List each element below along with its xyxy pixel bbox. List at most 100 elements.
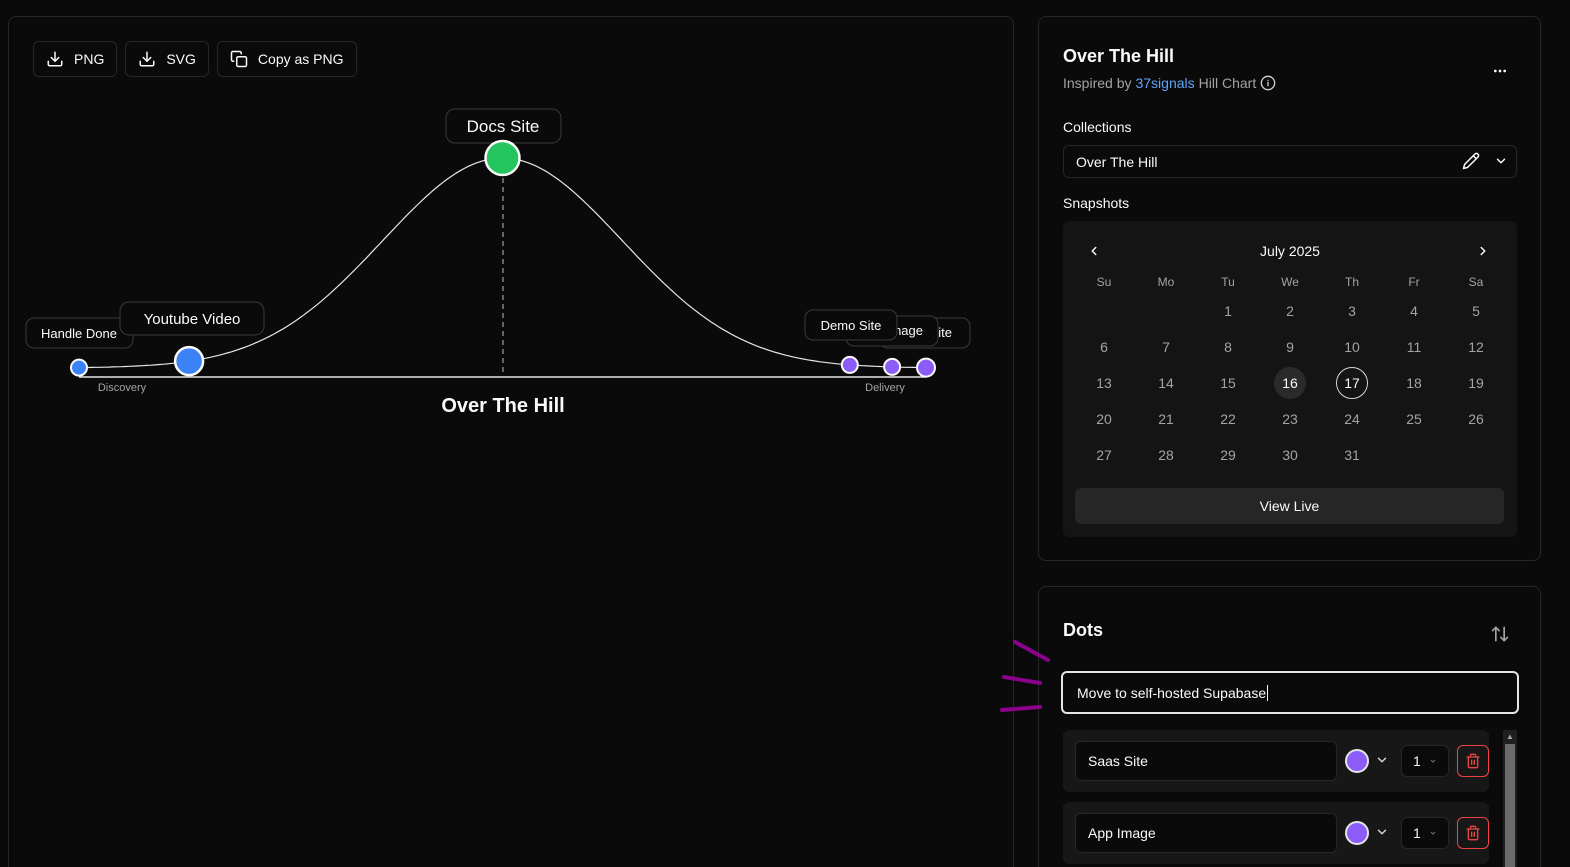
dot-handle-done[interactable] — [70, 358, 88, 377]
calendar-day-number: 5 — [1472, 303, 1480, 319]
calendar-day-number: 19 — [1468, 375, 1484, 391]
discovery-label: Discovery — [98, 382, 147, 394]
calendar-day-number — [1088, 295, 1120, 327]
project-card: Over The Hill Inspired by 37signals Hill… — [1038, 16, 1541, 561]
calendar-day[interactable]: 6 — [1073, 329, 1135, 365]
chevron-down-icon[interactable] — [1494, 154, 1508, 168]
calendar-day-number: 12 — [1468, 339, 1484, 355]
new-dot-input[interactable]: Move to self-hosted Supabase — [1061, 671, 1519, 714]
sort-icon[interactable] — [1490, 624, 1510, 644]
calendar-day-number: 3 — [1348, 303, 1356, 319]
calendar-day-number: 11 — [1406, 339, 1422, 355]
calendar-day-number: 16 — [1274, 367, 1306, 399]
calendar-day[interactable]: 31 — [1321, 437, 1383, 473]
calendar-day[interactable]: 22 — [1197, 401, 1259, 437]
dot-label-saas-site-text: ite — [938, 325, 952, 340]
calendar-day[interactable]: 30 — [1259, 437, 1321, 473]
text-caret — [1267, 684, 1269, 701]
calendar-month: July 2025 — [1260, 243, 1320, 259]
calendar-day-number: 4 — [1410, 303, 1418, 319]
dots-title: Dots — [1063, 620, 1103, 640]
dot-color-swatch[interactable] — [1345, 749, 1369, 773]
calendar-day-number: 20 — [1096, 411, 1112, 427]
calendar-day[interactable]: 9 — [1259, 329, 1321, 365]
calendar-day[interactable]: 23 — [1259, 401, 1321, 437]
calendar-day-number: 15 — [1220, 375, 1236, 391]
calendar-day[interactable]: 5 — [1445, 293, 1507, 329]
calendar-day-number: 8 — [1224, 339, 1232, 355]
dot-label-handle-done: Handle Done — [25, 317, 134, 349]
calendar-empty-cell — [1135, 293, 1197, 329]
pencil-icon[interactable] — [1462, 152, 1480, 170]
calendar-day[interactable]: 15 — [1197, 365, 1259, 401]
calendar-day[interactable]: 1 — [1197, 293, 1259, 329]
delete-dot-button[interactable] — [1457, 817, 1489, 849]
weekday: Sa — [1468, 275, 1484, 289]
delete-dot-button[interactable] — [1457, 745, 1489, 777]
calendar-day[interactable]: 25 — [1383, 401, 1445, 437]
calendar-week: 13 14 15 16 17 18 19 — [1073, 365, 1507, 401]
calendar-week: 20 21 22 23 24 25 26 — [1073, 401, 1507, 437]
dot-demo-site[interactable] — [840, 355, 859, 374]
dot-size-value: 1 — [1413, 825, 1421, 841]
dot-app-image[interactable] — [883, 357, 902, 376]
trash-icon — [1466, 825, 1480, 841]
calendar-day[interactable]: 13 — [1073, 365, 1135, 401]
collection-select[interactable]: Over The Hill — [1063, 145, 1517, 178]
calendar-day[interactable]: 18 — [1383, 365, 1445, 401]
scroll-up-arrow[interactable]: ▲ — [1506, 732, 1514, 741]
calendar-day[interactable]: 29 — [1197, 437, 1259, 473]
calendar-day[interactable]: 2 — [1259, 293, 1321, 329]
calendar-day[interactable]: 3 — [1321, 293, 1383, 329]
scrollbar-thumb[interactable] — [1505, 744, 1515, 867]
weekday: We — [1281, 275, 1299, 289]
calendar-day[interactable]: 14 — [1135, 365, 1197, 401]
view-live-button[interactable]: View Live — [1075, 488, 1504, 524]
calendar-week: 1 2 3 4 5 — [1073, 293, 1507, 329]
dot-size-select[interactable]: 1 — [1401, 745, 1449, 777]
next-month-button[interactable] — [1471, 239, 1495, 263]
dot-name-input[interactable]: App Image — [1075, 813, 1337, 853]
calendar-day-number: 27 — [1096, 447, 1112, 463]
weekday: Su — [1096, 275, 1112, 289]
more-options-button[interactable] — [1488, 59, 1512, 83]
calendar-day[interactable]: 24 — [1321, 401, 1383, 437]
inspired-suffix: Hill Chart — [1198, 75, 1257, 91]
calendar-day[interactable]: 11 — [1383, 329, 1445, 365]
calendar-empty-cell — [1073, 293, 1135, 329]
calendar-day[interactable]: 7 — [1135, 329, 1197, 365]
chevron-down-icon[interactable] — [1375, 825, 1389, 839]
calendar-day-number: 29 — [1220, 447, 1236, 463]
dot-youtube-video[interactable] — [173, 345, 205, 377]
chevron-down-icon[interactable] — [1375, 753, 1389, 767]
calendar-day[interactable]: 12 — [1445, 329, 1507, 365]
calendar-empty-cell — [1383, 437, 1445, 473]
calendar-day[interactable]: 21 — [1135, 401, 1197, 437]
calendar-day[interactable]: 10 — [1321, 329, 1383, 365]
calendar-day[interactable]: 4 — [1383, 293, 1445, 329]
calendar-day[interactable]: 19 — [1445, 365, 1507, 401]
chevron-down-icon — [1430, 759, 1436, 763]
calendar-day-number: 17 — [1336, 367, 1368, 399]
inspired-link[interactable]: 37signals — [1135, 75, 1194, 91]
dot-label-youtube-video: Youtube Video — [119, 301, 265, 336]
dot-name-input[interactable]: Saas Site — [1075, 741, 1337, 781]
calendar-day[interactable]: 16 — [1259, 365, 1321, 401]
calendar-day[interactable]: 8 — [1197, 329, 1259, 365]
calendar-day-number: 1 — [1224, 303, 1232, 319]
calendar-day[interactable]: 26 — [1445, 401, 1507, 437]
calendar-day[interactable]: 28 — [1135, 437, 1197, 473]
info-icon[interactable] — [1260, 75, 1276, 91]
dot-size-select[interactable]: 1 — [1401, 817, 1449, 849]
calendar-day[interactable]: 20 — [1073, 401, 1135, 437]
dot-size-value: 1 — [1413, 753, 1421, 769]
dot-docs-site[interactable] — [484, 139, 521, 177]
dot-label-docs-site-text: Docs Site — [467, 117, 540, 136]
dot-list-scrollbar[interactable]: ▲ — [1503, 730, 1517, 867]
calendar-day-number: 24 — [1344, 411, 1360, 427]
dot-color-swatch[interactable] — [1345, 821, 1369, 845]
calendar-day[interactable]: 27 — [1073, 437, 1135, 473]
dot-saas-site[interactable] — [916, 357, 936, 378]
calendar-day[interactable]: 17 — [1321, 365, 1383, 401]
dot-label-handle-done-text: Handle Done — [41, 326, 117, 341]
